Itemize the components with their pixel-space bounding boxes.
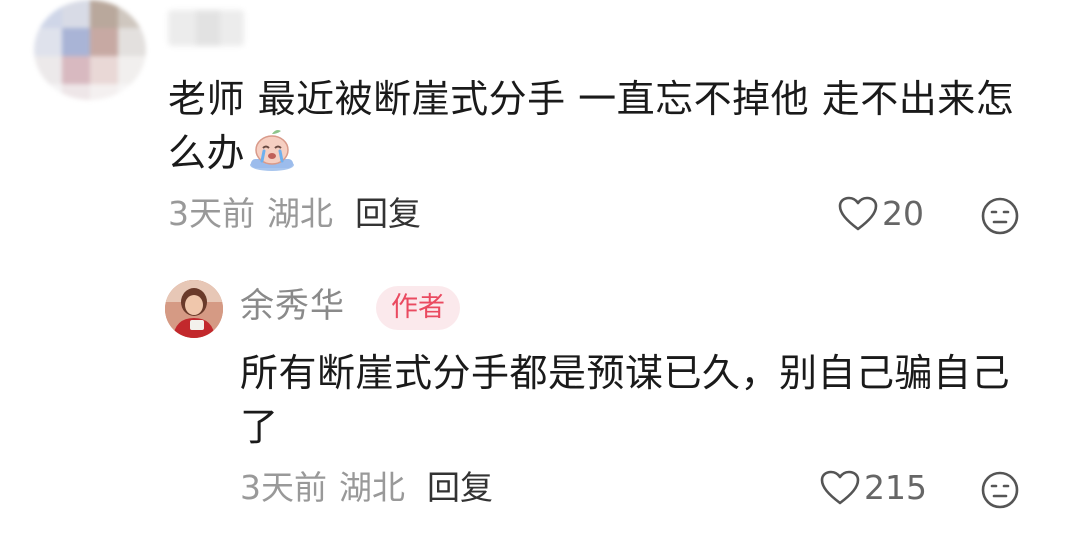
comment-like-count: 20 — [882, 194, 924, 233]
author-avatar[interactable] — [165, 280, 223, 338]
comment-body: 老师 最近被断崖式分手 一直忘不掉他 走不出来怎么办 — [168, 72, 1048, 180]
comment-meta: 3天前 湖北 回复 — [168, 192, 421, 236]
comment-region: 湖北 — [267, 194, 333, 233]
heart-icon — [838, 196, 878, 231]
reply-time: 3天前 — [240, 468, 327, 507]
reply-meta: 3天前 湖北 回复 — [240, 466, 493, 510]
reply-reply-button[interactable]: 回复 — [427, 468, 493, 507]
crying-peach-emoji-icon — [247, 128, 297, 172]
reply-region: 湖北 — [339, 468, 405, 507]
reply-like-count: 215 — [864, 468, 927, 507]
commenter-avatar[interactable] — [34, 0, 146, 100]
dislike-face-icon[interactable] — [980, 470, 1020, 510]
author-badge: 作者 — [376, 286, 460, 330]
comment-reply-button[interactable]: 回复 — [355, 194, 421, 233]
heart-icon — [820, 470, 860, 505]
author-name[interactable]: 余秀华 — [240, 282, 345, 330]
reply-like-button[interactable]: 215 — [820, 466, 927, 510]
comment-like-button[interactable]: 20 — [838, 192, 924, 236]
dislike-face-icon[interactable] — [980, 196, 1020, 236]
comment-time: 3天前 — [168, 194, 255, 233]
commenter-name-blurred[interactable] — [168, 10, 244, 46]
reply-body: 所有断崖式分手都是预谋已久，别自己骗自己了 — [240, 351, 1011, 449]
